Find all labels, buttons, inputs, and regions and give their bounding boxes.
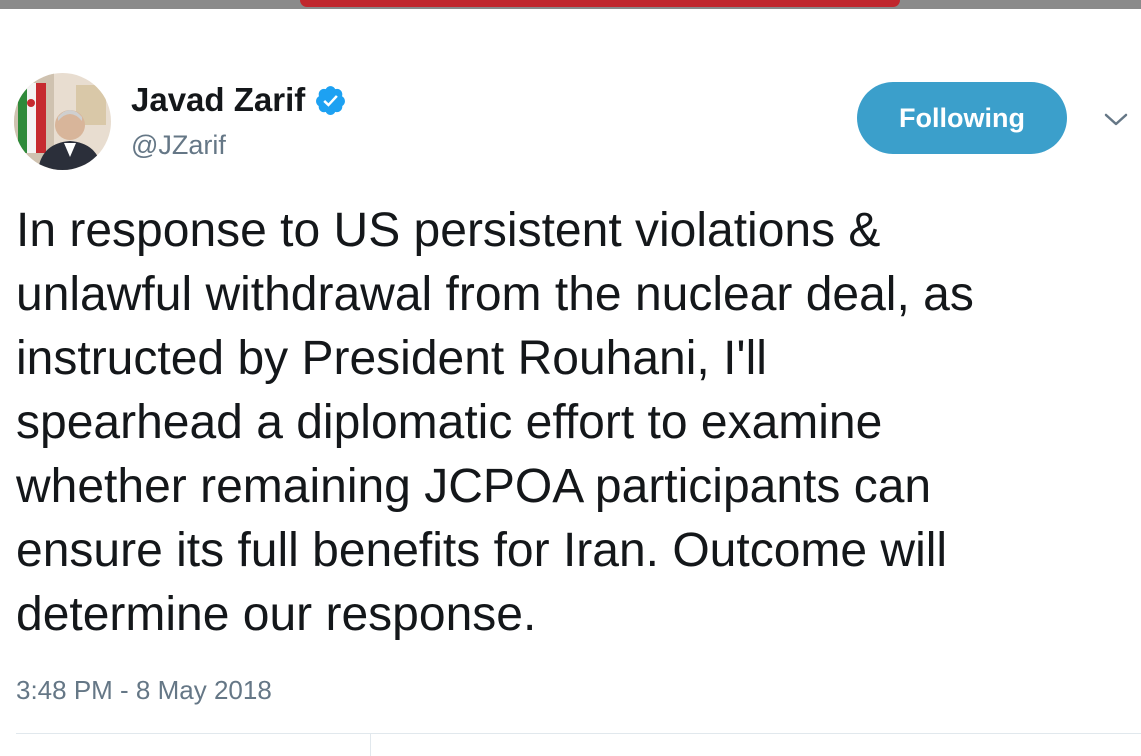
tweet-text-line: instructed by President Rouhani, I'll [16, 332, 767, 385]
tweet-text-line: spearhead a diplomatic effort to examine [16, 396, 883, 449]
tweet-timestamp[interactable]: 3:48 PM - 8 May 2018 [16, 673, 272, 707]
tweet-text-line: determine our response. [16, 588, 537, 641]
tweet-page: Javad Zarif @JZarif Following In respons… [0, 0, 1141, 756]
tweet-text: In response to US persistent violations … [16, 199, 1141, 647]
top-image-fragment [300, 0, 900, 7]
tweet-text-line: whether remaining JCPOA participants can [16, 460, 932, 513]
divider [16, 733, 1141, 734]
tweet-text-line: unlawful withdrawal from the nuclear dea… [16, 268, 974, 321]
verified-badge-icon [314, 84, 347, 117]
author-name-row[interactable]: Javad Zarif [131, 80, 347, 120]
top-image-strip [0, 0, 1141, 9]
chevron-down-icon[interactable] [1100, 103, 1132, 135]
author-display-name[interactable]: Javad Zarif [131, 80, 305, 120]
tweet-text-line: In response to US persistent violations … [16, 204, 881, 257]
stats-divider [370, 733, 371, 756]
tweet-text-line: ensure its full benefits for Iran. Outco… [16, 524, 948, 577]
author-handle[interactable]: @JZarif [131, 129, 226, 161]
avatar[interactable] [14, 73, 111, 170]
avatar-image [14, 73, 111, 170]
following-button[interactable]: Following [857, 82, 1067, 154]
